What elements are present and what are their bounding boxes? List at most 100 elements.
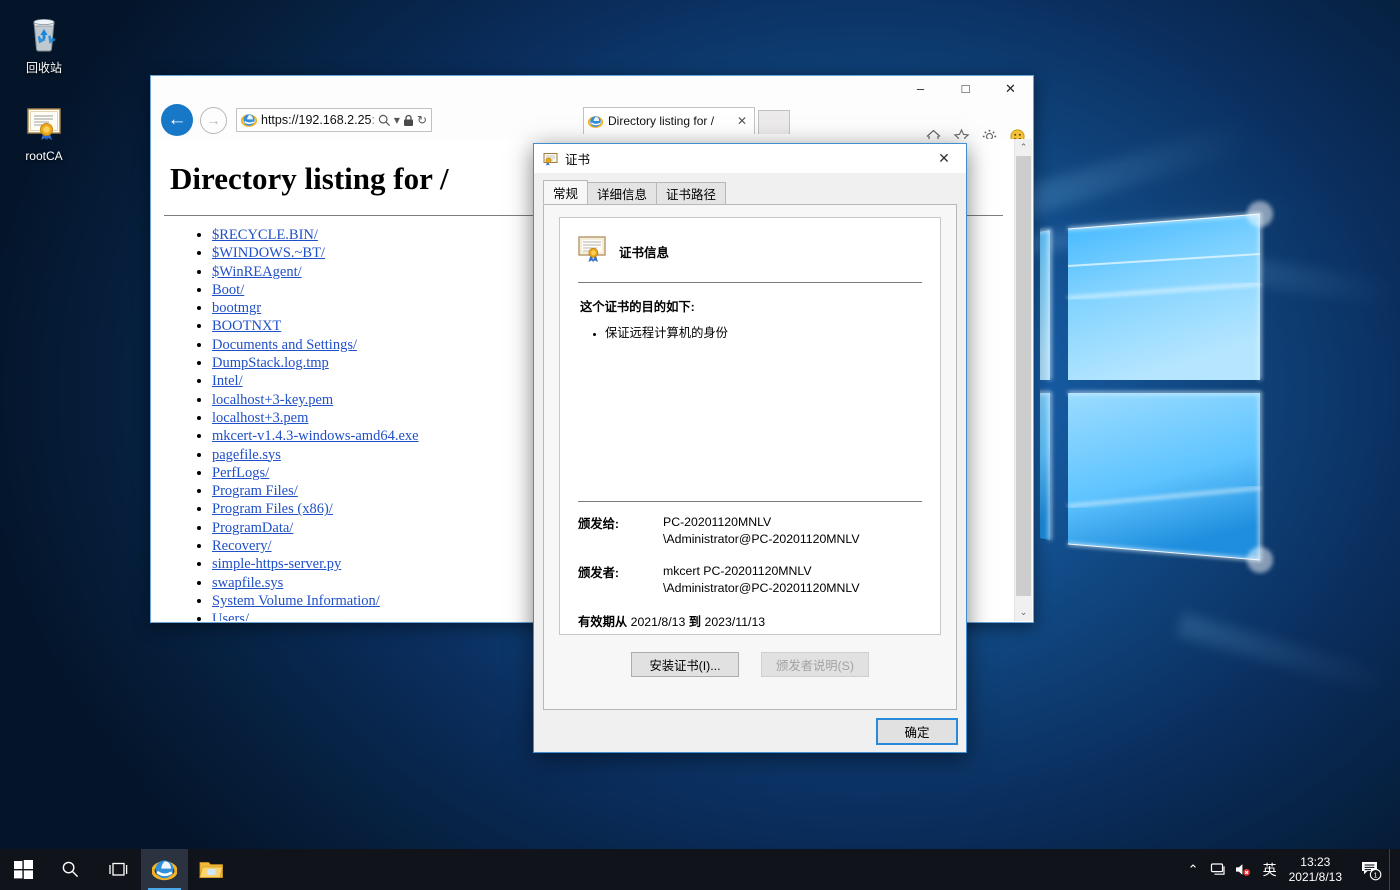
file-link[interactable]: simple-https-server.py [212, 556, 341, 572]
certificate-icon [543, 151, 558, 166]
certificate-dialog-footer: 确定 [534, 710, 966, 752]
search-icon[interactable] [47, 849, 94, 890]
file-link[interactable]: Documents and Settings/ [212, 337, 357, 353]
taskbar-left-group [0, 849, 235, 890]
file-link[interactable]: Intel/ [212, 373, 243, 389]
start-button[interactable] [0, 849, 47, 890]
file-link[interactable]: localhost+3.pem [212, 410, 308, 426]
file-link[interactable]: BOOTNXT [212, 318, 281, 334]
file-link[interactable]: DumpStack.log.tmp [212, 355, 329, 371]
desktop-icon-recycle-bin[interactable]: 回收站 [6, 10, 82, 76]
minimize-button[interactable]: – [898, 76, 943, 101]
file-link[interactable]: mkcert-v1.4.3-windows-amd64.exe [212, 428, 419, 444]
lock-icon[interactable] [403, 114, 414, 127]
certificate-tab-bar: 常规 详细信息 证书路径 [543, 182, 966, 204]
certificate-fields-divider [578, 501, 922, 502]
tab-certification-path[interactable]: 证书路径 [656, 182, 726, 204]
certificate-dialog: 证书 ✕ 常规 详细信息 证书路径 [533, 143, 967, 753]
file-link[interactable]: $WINDOWS.~BT/ [212, 245, 325, 261]
certificate-info-heading: 证书信息 [619, 242, 669, 261]
certificate-info-divider [578, 282, 922, 283]
certificate-dialog-titlebar: 证书 ✕ [534, 144, 966, 174]
file-link[interactable]: $WinREAgent/ [212, 264, 302, 280]
system-tray: ⌃ 英 13:23 2021/8/13 1 [1181, 849, 1400, 890]
tab-strip: Directory listing for / ✕ [583, 107, 790, 134]
certificate-field-issued-to: 颁发给: PC-20201120MNLV \Administrator@PC-2… [578, 514, 922, 547]
desktop-icon-rootca[interactable]: rootCA [6, 98, 82, 164]
new-tab-button[interactable] [758, 110, 790, 134]
certificate-validity-period: 有效期从 2021/8/13 到 2023/11/13 [578, 612, 922, 630]
address-bar[interactable]: https://192.168.2.25:800 ▾ ↻ [236, 108, 432, 132]
close-button[interactable]: ✕ [988, 76, 1033, 101]
volume-muted-icon[interactable] [1231, 849, 1256, 890]
file-link[interactable]: Boot/ [212, 282, 244, 298]
scroll-down-button[interactable]: ⌄ [1015, 604, 1032, 621]
file-link[interactable]: Users/ [212, 611, 249, 621]
issuer-statement-button: 颁发者说明(S) [761, 652, 869, 677]
file-link[interactable]: System Volume Information/ [212, 593, 380, 609]
validity-to-label: 到 [689, 615, 701, 629]
file-link[interactable]: swapfile.sys [212, 575, 283, 591]
file-link[interactable]: Program Files/ [212, 483, 298, 499]
taskbar-app-file-explorer[interactable] [188, 849, 235, 890]
certificate-dialog-close-button[interactable]: ✕ [922, 144, 966, 173]
taskbar-app-internet-explorer[interactable] [141, 849, 188, 890]
certificate-field-issued-by: 颁发者: mkcert PC-20201120MNLV \Administrat… [578, 563, 922, 596]
page-vertical-scrollbar[interactable]: ⌃ ⌄ [1014, 139, 1032, 621]
forward-button[interactable]: → [200, 107, 227, 134]
certificate-action-buttons: 安装证书(I)... 颁发者说明(S) [544, 652, 956, 677]
file-link[interactable]: bootmgr [212, 300, 261, 316]
ime-language-indicator[interactable]: 英 [1256, 849, 1284, 890]
field-value: PC-20201120MNLV \Administrator@PC-202011… [663, 514, 860, 547]
certificate-dialog-body: 常规 详细信息 证书路径 [534, 173, 966, 752]
taskbar-clock[interactable]: 13:23 2021/8/13 [1284, 855, 1353, 885]
install-certificate-button[interactable]: 安装证书(I)... [631, 652, 739, 677]
validity-from: 2021/8/13 [631, 615, 686, 629]
validity-to: 2023/11/13 [705, 615, 766, 629]
address-bar-text: https://192.168.2.25:800 [261, 113, 375, 127]
address-search-icon[interactable] [378, 114, 391, 127]
action-center-button[interactable]: 1 [1353, 849, 1389, 890]
windows-logo-wallpaper [1040, 188, 1400, 658]
chevron-down-icon[interactable]: ▾ [394, 113, 400, 127]
ok-button[interactable]: 确定 [877, 719, 957, 744]
validity-label: 有效期从 [578, 615, 627, 629]
file-link[interactable]: localhost+3-key.pem [212, 392, 333, 408]
certificate-dialog-title: 证书 [565, 149, 590, 168]
tab-directory-listing[interactable]: Directory listing for / ✕ [583, 107, 755, 134]
tray-overflow-chevron-icon[interactable]: ⌃ [1181, 849, 1206, 890]
certificate-purpose-heading: 这个证书的目的如下: [580, 297, 922, 315]
field-label: 颁发者: [578, 563, 663, 596]
recycle-bin-icon [6, 10, 82, 56]
tab-close-icon[interactable]: ✕ [734, 114, 750, 128]
action-center-badge-count: 1 [1374, 870, 1378, 879]
certificate-fields: 颁发给: PC-20201120MNLV \Administrator@PC-2… [578, 514, 922, 630]
refresh-icon[interactable]: ↻ [417, 113, 427, 127]
show-desktop-button[interactable] [1389, 849, 1397, 890]
file-link[interactable]: pagefile.sys [212, 447, 281, 463]
tab-general[interactable]: 常规 [543, 180, 588, 204]
tab-label: Directory listing for / [608, 114, 734, 128]
file-link[interactable]: ProgramData/ [212, 520, 293, 536]
certificate-info-header: 证书信息 [578, 235, 922, 268]
taskbar: ⌃ 英 13:23 2021/8/13 1 [0, 849, 1400, 890]
desktop-icon-label: rootCA [25, 149, 62, 163]
certificate-large-icon [578, 235, 608, 268]
file-link[interactable]: Program Files (x86)/ [212, 501, 333, 517]
scroll-up-button[interactable]: ⌃ [1015, 139, 1032, 156]
internet-explorer-favicon [588, 114, 603, 129]
task-view-icon[interactable] [94, 849, 141, 890]
field-value: mkcert PC-20201120MNLV \Administrator@PC… [663, 563, 860, 596]
field-label: 颁发给: [578, 514, 663, 547]
desktop-icon-label: 回收站 [26, 61, 62, 75]
network-icon[interactable] [1206, 849, 1231, 890]
file-link[interactable]: $RECYCLE.BIN/ [212, 227, 318, 243]
tab-details[interactable]: 详细信息 [587, 182, 657, 204]
scrollbar-thumb[interactable] [1016, 156, 1031, 596]
back-button[interactable]: ← [161, 104, 193, 136]
file-link[interactable]: PerfLogs/ [212, 465, 269, 481]
file-link[interactable]: Recovery/ [212, 538, 272, 554]
maximize-button[interactable]: □ [943, 76, 988, 101]
browser-titlebar: – □ ✕ [151, 76, 1033, 101]
browser-navigation-bar: ← → https://192.168.2.25:800 ▾ ↻ [151, 101, 1033, 139]
